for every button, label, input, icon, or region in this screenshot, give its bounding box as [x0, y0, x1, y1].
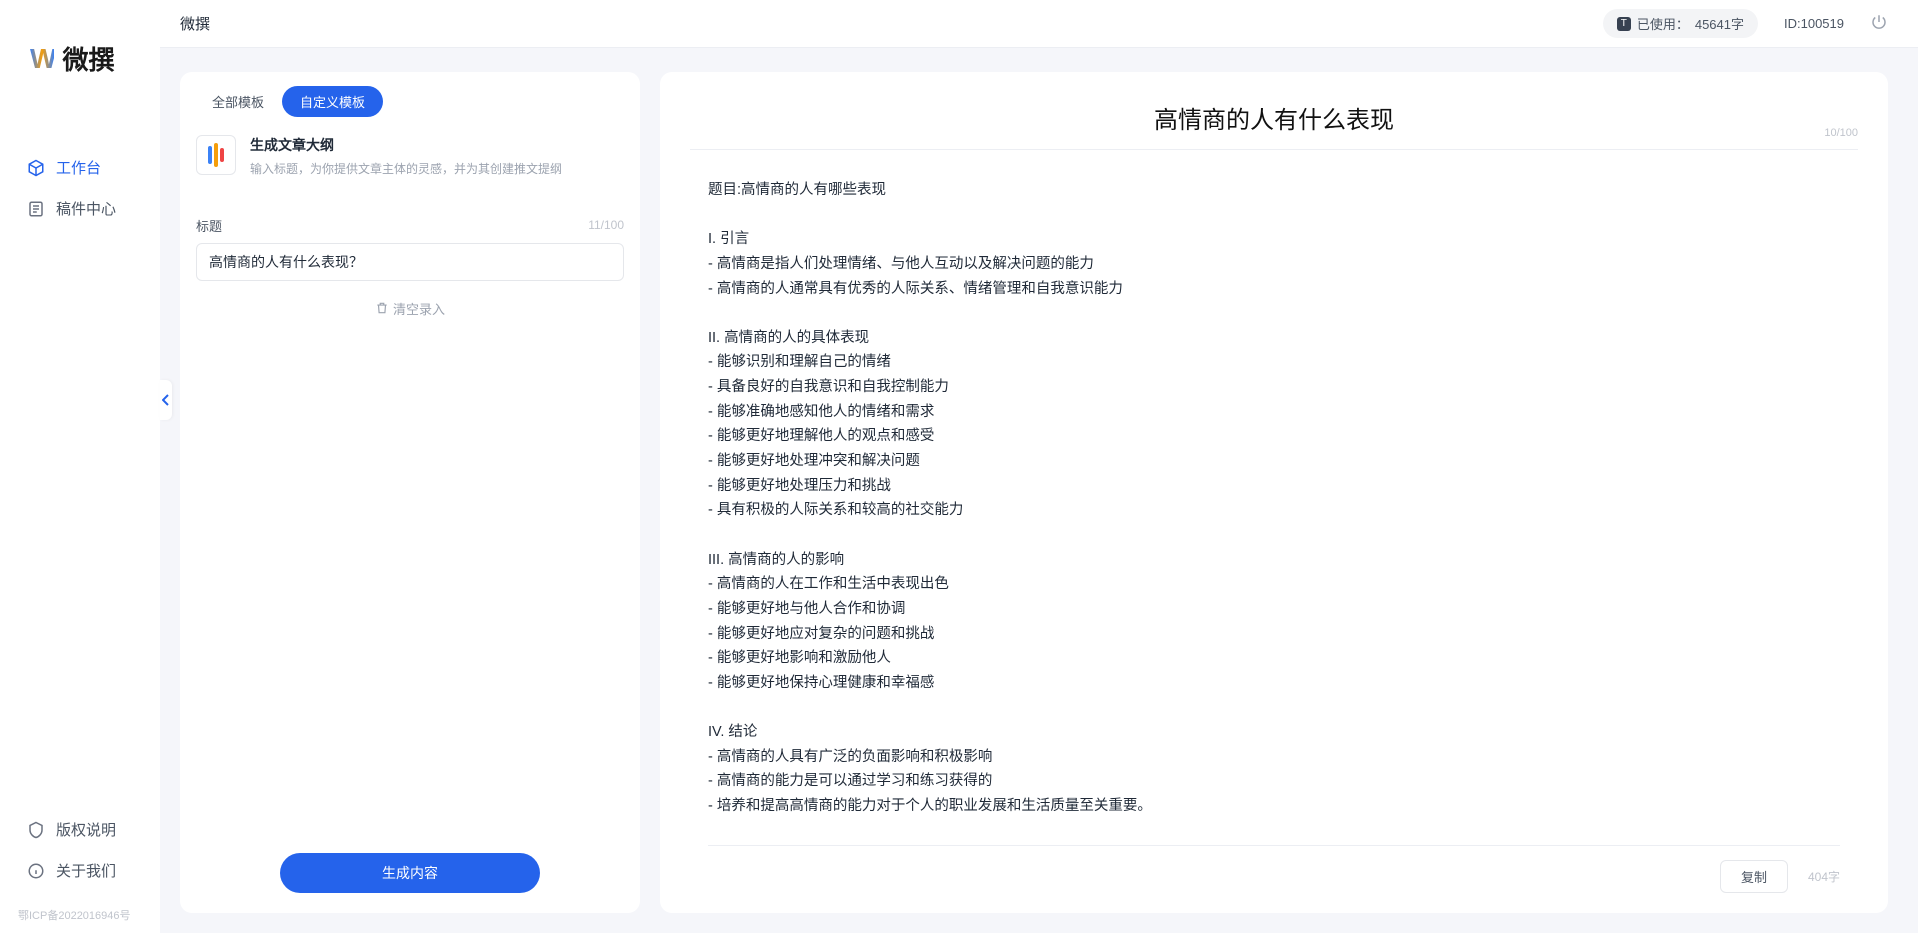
tab-all-templates[interactable]: 全部模板 [194, 86, 282, 117]
template-thumb-icon [196, 135, 236, 175]
sidebar-bottom: 版权说明 关于我们 [0, 809, 160, 901]
output-panel: 高情商的人有什么表现 10/100 题目:高情商的人有哪些表现 I. 引言 - … [660, 72, 1888, 913]
output-title: 高情商的人有什么表现 [1154, 100, 1394, 135]
sidebar-item-about[interactable]: 关于我们 [18, 850, 142, 891]
sidebar-nav: 工作台 稿件中心 [0, 147, 160, 229]
output-footer: 复制 404字 [708, 845, 1840, 913]
sidebar-item-label: 关于我们 [56, 860, 116, 881]
sidebar-collapse-handle[interactable] [160, 380, 172, 420]
power-icon[interactable] [1870, 13, 1888, 34]
logo-mark-icon: W [30, 43, 54, 75]
cube-icon [26, 158, 46, 178]
sidebar-item-label: 版权说明 [56, 819, 116, 840]
selected-template[interactable]: 生成文章大纲 输入标题，为你提供文章主体的灵感，并为其创建推文提纲 [180, 117, 640, 188]
shield-icon [26, 820, 46, 840]
logo-text: 微撰 [62, 40, 114, 77]
sidebar-item-label: 稿件中心 [56, 198, 116, 219]
text-badge-icon: T [1617, 17, 1631, 31]
generate-button[interactable]: 生成内容 [280, 853, 540, 893]
icp-text: 鄂ICP备2022016946号 [0, 901, 160, 933]
title-char-counter: 11/100 [588, 218, 624, 232]
chevron-left-icon [162, 394, 170, 406]
template-tabs: 全部模板 自定义模板 [180, 72, 640, 117]
user-id: ID:100519 [1784, 16, 1844, 31]
copy-button[interactable]: 复制 [1720, 860, 1788, 893]
tab-custom-template[interactable]: 自定义模板 [282, 86, 383, 117]
usage-value: 45641字 [1695, 14, 1744, 33]
logo: W 微撰 [0, 0, 160, 97]
page-title: 微撰 [180, 13, 210, 34]
usage-pill[interactable]: T 已使用： 45641字 [1603, 9, 1758, 38]
form-area: 标题 11/100 清空录入 [180, 188, 640, 318]
usage-prefix: 已使用： [1637, 14, 1689, 33]
title-input[interactable] [196, 243, 624, 281]
main: 微撰 T 已使用： 45641字 ID:100519 全部模板 自定义模板 [160, 0, 1918, 933]
template-title: 生成文章大纲 [250, 135, 562, 155]
output-title-counter: 10/100 [1824, 127, 1858, 139]
content-row: 全部模板 自定义模板 生成文章大纲 输入标题，为你提供文章主体的灵感，并为其创建… [160, 48, 1918, 933]
topbar-right: T 已使用： 45641字 ID:100519 [1603, 9, 1888, 38]
output-word-count: 404字 [1808, 868, 1840, 885]
sidebar-item-drafts[interactable]: 稿件中心 [18, 188, 142, 229]
title-field-label: 标题 [196, 216, 222, 235]
clear-input-label: 清空录入 [393, 299, 445, 318]
config-panel: 全部模板 自定义模板 生成文章大纲 输入标题，为你提供文章主体的灵感，并为其创建… [180, 72, 640, 913]
trash-icon [375, 301, 389, 315]
sidebar-item-label: 工作台 [56, 157, 101, 178]
clear-input-button[interactable]: 清空录入 [196, 299, 624, 318]
output-header: 高情商的人有什么表现 10/100 [660, 72, 1888, 160]
doc-icon [26, 199, 46, 219]
output-body[interactable]: 题目:高情商的人有哪些表现 I. 引言 - 高情商是指人们处理情绪、与他人互动以… [660, 160, 1888, 845]
topbar: 微撰 T 已使用： 45641字 ID:100519 [160, 0, 1918, 48]
sidebar-item-workbench[interactable]: 工作台 [18, 147, 142, 188]
info-icon [26, 861, 46, 881]
template-desc: 输入标题，为你提供文章主体的灵感，并为其创建推文提纲 [250, 161, 562, 178]
sidebar-item-copyright[interactable]: 版权说明 [18, 809, 142, 850]
sidebar: W 微撰 工作台 稿件中心 版权说明 关于我们 [0, 0, 160, 933]
